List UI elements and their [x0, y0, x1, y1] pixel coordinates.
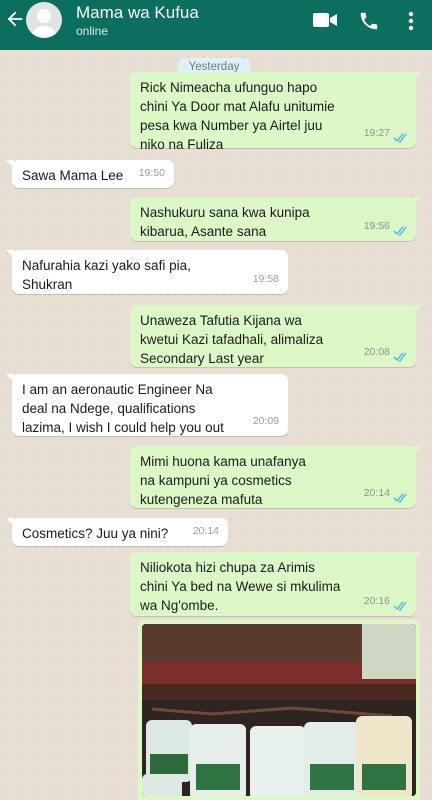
message-time: 20:09 [252, 415, 279, 427]
message-bubble-outgoing[interactable]: Nashukuru sana kwa kunipa kibarua, Asant… [130, 197, 422, 241]
message-time: 19:27 [363, 127, 390, 139]
message-bubble-incoming[interactable]: I am an aeronautic Engineer Na deal na N… [6, 374, 288, 436]
chat-header: Mama wa Kufua online [0, 0, 432, 50]
message-time: 19:58 [252, 273, 279, 285]
message-bubble-incoming[interactable]: Sawa Mama Lee 19:50 [6, 160, 174, 188]
message-time: 20:14 [363, 487, 390, 499]
message-time: 20:08 [363, 346, 390, 358]
read-ticks-icon [393, 133, 407, 143]
image-attachment[interactable] [138, 620, 420, 800]
more-vert-icon[interactable] [404, 10, 418, 32]
phone-icon[interactable] [358, 10, 380, 32]
message-bubble-outgoing[interactable]: Niliokota hizi chupa za Arimis chini Ya … [130, 552, 422, 616]
video-call-icon[interactable] [312, 10, 338, 30]
photo-thumbnail[interactable] [142, 624, 416, 796]
avatar[interactable] [26, 2, 62, 38]
message-bubble-outgoing[interactable]: Mimi huona kama unafanya na kampuni ya c… [130, 446, 422, 508]
message-time: 20:16 [363, 595, 390, 607]
message-time: 19:56 [363, 220, 390, 232]
message-bubble-outgoing[interactable]: Unaweza Tafutia Kijana wa kwetui Kazi ta… [130, 305, 422, 367]
read-ticks-icon [393, 601, 407, 611]
photo-bottles-under-bed [142, 624, 416, 796]
message-text: Cosmetics? Juu ya nini? [22, 526, 169, 541]
message-time: 20:14 [192, 525, 219, 537]
read-ticks-icon [393, 352, 407, 362]
message-bubble-outgoing[interactable]: Rick Nimeacha ufunguo hapo chini Ya Door… [130, 72, 422, 152]
contact-status: online [76, 24, 109, 38]
read-ticks-icon [393, 493, 407, 503]
contact-name[interactable]: Mama wa Kufua [76, 3, 199, 23]
message-bubble-incoming[interactable]: Cosmetics? Juu ya nini? 20:14 [6, 518, 228, 546]
default-avatar-icon [30, 9, 58, 38]
message-time: 19:50 [138, 167, 165, 179]
read-ticks-icon [393, 226, 407, 236]
back-arrow-icon[interactable] [4, 8, 26, 30]
message-text: I am an aeronautic Engineer Na deal na N… [22, 382, 224, 435]
message-bubble-incoming[interactable]: Nafurahia kazi yako safi pia, Shukran 19… [6, 250, 288, 294]
message-text: Nafurahia kazi yako safi pia, Shukran [22, 258, 191, 292]
